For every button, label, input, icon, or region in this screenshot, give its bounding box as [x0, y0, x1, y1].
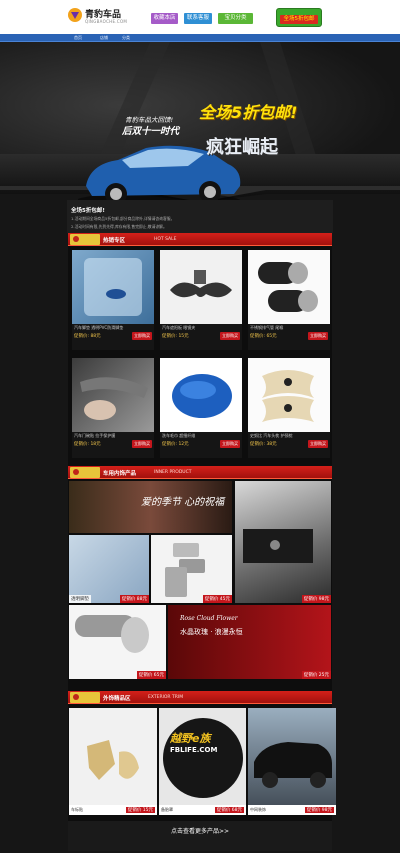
banner-crazy: 疯狂崛起: [206, 137, 278, 158]
intro-title: 全场5折包邮!: [71, 208, 105, 214]
store-logo[interactable]: 青豹车品 QINGBAOCHE.COM: [68, 5, 154, 29]
inner-tile[interactable]: 促销价 65元: [69, 605, 166, 679]
exterior-price: 促销价 98元: [304, 807, 334, 813]
section-header: 外饰精品区 EXTERIOR TRIM: [68, 691, 332, 704]
inner-product-section: 车用内饰产品 INNER PRODUCT 爱的季节 心的祝福 促销价 98元 透…: [68, 466, 332, 691]
exterior-label: 车标贴: [71, 807, 83, 812]
product-name: 洗车毛巾 超细纤维: [162, 433, 196, 438]
product-card[interactable]: 史努比 汽车头枕 护颈枕 促销价: 38元 立即购买: [248, 358, 330, 458]
product-price: 促销价: 38元: [250, 442, 277, 447]
more-products-footer: 点击查看更多产品>>: [68, 821, 332, 851]
promo-intro: 全场5折包邮! 1.活动期间全场商品5折包邮,部分商品除外,详情请咨询客服。 2…: [67, 200, 333, 233]
brand-domain: QINGBAOCHE.COM: [85, 19, 128, 24]
section-badge-icon: [70, 692, 100, 703]
tile-label: 透明脚垫: [69, 595, 91, 603]
product-image: [72, 358, 154, 432]
inner-tile[interactable]: 促销价 45元: [151, 535, 232, 603]
product-image: [160, 358, 242, 432]
contact-service-button[interactable]: 联系客服: [184, 13, 212, 24]
exterior-card[interactable]: 越野e族 FBLIFE.COM 备胎罩 促销价 68元: [159, 708, 246, 815]
exterior-label: 备胎罩: [161, 807, 173, 812]
exterior-price: 促销价 15元: [125, 807, 155, 813]
inner-tile[interactable]: Rose Cloud Flower 水晶玫瑰 · 浪漫永恒 促销价 25元: [168, 605, 331, 679]
favorite-shop-button[interactable]: 收藏本店: [151, 13, 178, 24]
product-name: 汽车门碗贴 拉手保护膜: [74, 433, 116, 438]
nav-item-category[interactable]: 分类: [122, 34, 130, 42]
exterior-card[interactable]: 中网装饰 促销价 98元: [248, 708, 336, 815]
section-badge-icon: [70, 467, 100, 478]
product-price: 促销价: 18元: [74, 442, 101, 447]
fb-subtitle: FBLIFE.COM: [170, 746, 218, 754]
nav-item-shop[interactable]: 店铺: [100, 34, 108, 42]
section-subtitle: INNER PRODUCT: [154, 469, 192, 475]
buy-button[interactable]: 立即购买: [220, 440, 240, 448]
tile-price: 促销价 65元: [136, 671, 166, 679]
product-name: 汽车遮阳板 眼镜夹: [162, 325, 196, 330]
intro-line: 1.活动期间全场商品5折包邮,部分商品除外,详情请咨询客服。: [71, 216, 175, 221]
rose-subtitle: 水晶玫瑰 · 浪漫永恒: [180, 628, 243, 636]
buy-button[interactable]: 立即购买: [308, 440, 328, 448]
exterior-price: 促销价 68元: [214, 807, 244, 813]
product-price: 促销价: 15元: [162, 334, 189, 339]
hero-banner[interactable]: 青豹车品大回馈! 后双十一时代 全场5折包邮! 疯狂崛起: [0, 42, 400, 200]
product-card[interactable]: 汽车脚垫 透明PVC防滑脚垫 促销价: 88元 立即购买: [72, 250, 154, 350]
buy-button[interactable]: 立即购买: [220, 332, 240, 340]
fb-title: 越野e族: [170, 732, 211, 745]
intro-line: 2.活动时间有限,先到先得,库存有限,售完即止,敬请谅解。: [71, 224, 167, 229]
exterior-card[interactable]: 车标贴 促销价 15元: [69, 708, 157, 815]
product-image: [160, 250, 242, 324]
buy-button[interactable]: 立即购买: [132, 332, 152, 340]
banner-line2: 后双十一时代: [122, 126, 180, 137]
product-card[interactable]: 汽车门碗贴 拉手保护膜 促销价: 18元 立即购买: [72, 358, 154, 458]
section-title: 车用内饰产品: [103, 471, 137, 477]
product-card[interactable]: 汽车遮阳板 眼镜夹 促销价: 15元 立即购买: [160, 250, 242, 350]
promo-badge[interactable]: 全场5折包邮: [276, 8, 322, 27]
wedding-text: 爱的季节 心的祝福: [141, 497, 225, 508]
inner-tile[interactable]: 促销价 98元: [235, 481, 331, 603]
product-image: [248, 358, 330, 432]
product-card[interactable]: 不锈钢排气管 尾喉 促销价: 65元 立即购买: [248, 250, 330, 350]
buy-button[interactable]: 立即购买: [132, 440, 152, 448]
product-name: 不锈钢排气管 尾喉: [250, 325, 284, 330]
exterior-section: 外饰精品区 EXTERIOR TRIM 车标贴 促销价 15元 越野e族 FBLI…: [68, 691, 336, 821]
rose-title: Rose Cloud Flower: [180, 615, 238, 622]
product-name: 汽车脚垫 透明PVC防滑脚垫: [74, 325, 124, 330]
hot-sale-section: 热销专区 HOT SALE 汽车脚垫 透明PVC防滑脚垫 促销价: 88元立即购…: [68, 233, 332, 466]
section-badge-icon: [70, 234, 100, 245]
product-image: [248, 250, 330, 324]
section-header: 车用内饰产品 INNER PRODUCT: [68, 466, 332, 479]
more-products-link[interactable]: 点击查看更多产品>>: [171, 828, 229, 835]
tile-price: 促销价 25元: [301, 671, 331, 679]
section-title: 热销专区: [103, 238, 126, 244]
product-image: [72, 250, 154, 324]
product-price: 促销价: 12元: [162, 442, 189, 447]
exterior-label: 中网装饰: [250, 807, 266, 812]
buy-button[interactable]: 立即购买: [308, 332, 328, 340]
logo-icon: [68, 8, 82, 22]
product-price: 促销价: 88元: [74, 334, 101, 339]
nav-bar: 首页 店铺 分类: [0, 34, 400, 42]
tile-price: 促销价 98元: [301, 595, 331, 603]
section-subtitle: HOT SALE: [154, 236, 177, 242]
store-header: 青豹车品 QINGBAOCHE.COM 收藏本店 联系客服 宝贝分类 全场5折包…: [0, 0, 400, 34]
wedding-banner[interactable]: 爱的季节 心的祝福: [69, 481, 232, 533]
product-name: 史努比 汽车头枕 护颈枕: [250, 433, 293, 438]
banner-headline: 全场5折包邮!: [199, 103, 298, 122]
section-header: 热销专区 HOT SALE: [68, 233, 332, 246]
category-button[interactable]: 宝贝分类: [218, 13, 253, 24]
section-title: 外饰精品区: [103, 696, 131, 702]
promo-badge-label: 全场5折包邮: [280, 15, 318, 24]
product-price: 促销价: 65元: [250, 334, 277, 339]
section-subtitle: EXTERIOR TRIM: [148, 694, 184, 700]
tile-price: 促销价 88元: [119, 595, 149, 603]
product-card[interactable]: 洗车毛巾 超细纤维 促销价: 12元 立即购买: [160, 358, 242, 458]
tile-price: 促销价 45元: [202, 595, 232, 603]
inner-tile[interactable]: 透明脚垫 促销价 88元: [69, 535, 149, 603]
nav-item-home[interactable]: 首页: [74, 34, 82, 42]
